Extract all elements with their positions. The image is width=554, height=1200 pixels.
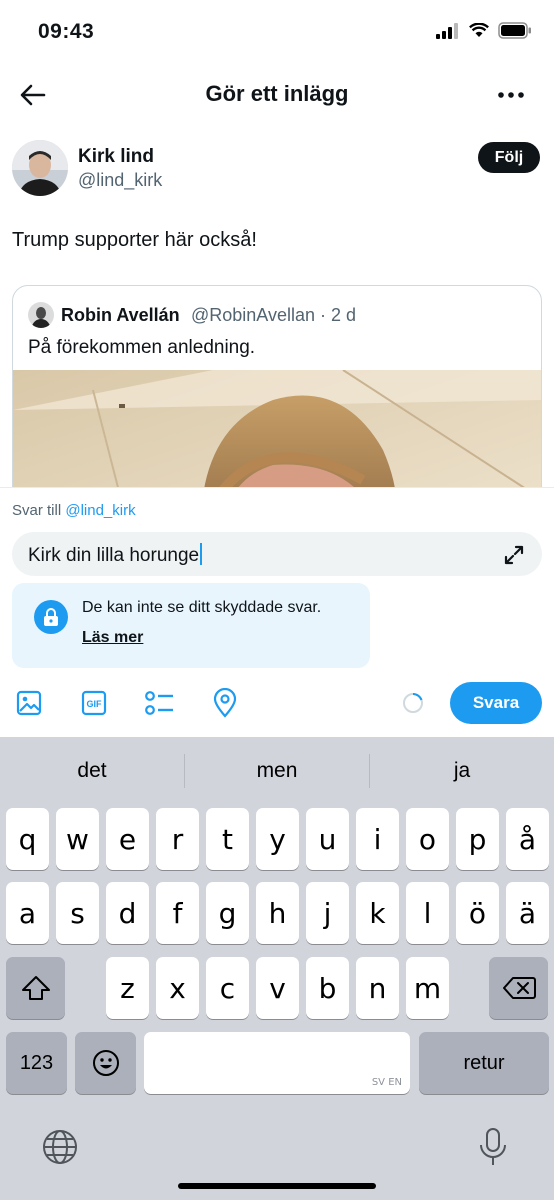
key-w[interactable]: w	[56, 808, 99, 870]
key-oe[interactable]: ö	[456, 882, 499, 944]
key-t[interactable]: t	[206, 808, 249, 870]
keyboard: det men ja q w e r t y u i o p å a s d f…	[0, 737, 554, 1200]
dictation-button[interactable]	[478, 1127, 508, 1167]
key-b[interactable]: b	[306, 957, 349, 1019]
more-options-button[interactable]	[494, 78, 528, 112]
svg-text:GIF: GIF	[87, 699, 103, 709]
key-z[interactable]: z	[106, 957, 149, 1019]
key-k[interactable]: k	[356, 882, 399, 944]
key-n[interactable]: n	[356, 957, 399, 1019]
suggestion-2[interactable]: men	[185, 759, 369, 783]
wifi-icon	[469, 23, 489, 37]
quote-avatar	[28, 302, 54, 328]
reply-to-mention[interactable]: @lind_kirk	[65, 502, 135, 519]
key-j[interactable]: j	[306, 882, 349, 944]
key-ae[interactable]: ä	[506, 882, 549, 944]
globe-icon	[43, 1130, 77, 1164]
reply-input-value: Kirk din lilla horunge	[28, 543, 203, 567]
tweet-text: Trump supporter här också!	[12, 229, 257, 251]
key-c[interactable]: c	[206, 957, 249, 1019]
home-indicator[interactable]	[178, 1183, 376, 1189]
suggestion-1[interactable]: det	[0, 759, 184, 783]
status-bar: 09:43	[0, 0, 554, 62]
suggestion-3[interactable]: ja	[370, 759, 554, 783]
status-icons	[436, 22, 532, 39]
tweet-author: Kirk lind @lind_kirk Följ	[12, 139, 542, 199]
notice-text: De kan inte se ditt skyddade svar.	[82, 599, 322, 616]
key-d[interactable]: d	[106, 882, 149, 944]
text-caret	[200, 543, 203, 565]
key-h[interactable]: h	[256, 882, 299, 944]
follow-button[interactable]: Följ	[478, 142, 540, 173]
protected-reply-notice: De kan inte se ditt skyddade svar. Läs m…	[12, 583, 370, 668]
location-icon	[213, 688, 237, 718]
key-aa[interactable]: å	[506, 808, 549, 870]
author-name[interactable]: Kirk lind	[78, 146, 154, 168]
author-avatar[interactable]	[12, 140, 68, 196]
key-y[interactable]: y	[256, 808, 299, 870]
key-a[interactable]: a	[6, 882, 49, 944]
reply-input[interactable]: Kirk din lilla horunge	[12, 532, 542, 576]
lock-icon	[34, 600, 68, 634]
page-title: Gör ett inlägg	[205, 81, 349, 106]
key-l[interactable]: l	[406, 882, 449, 944]
key-p[interactable]: p	[456, 808, 499, 870]
reply-to-line: Svar till @lind_kirk	[12, 502, 136, 519]
header: Gör ett inlägg	[0, 62, 554, 126]
key-r[interactable]: r	[156, 808, 199, 870]
learn-more-link[interactable]: Läs mer	[82, 629, 143, 647]
key-q[interactable]: q	[6, 808, 49, 870]
add-gif-button[interactable]: GIF	[77, 686, 111, 720]
gif-icon: GIF	[81, 690, 107, 716]
compose-toolbar: GIF Svara	[0, 678, 554, 728]
shift-key[interactable]	[6, 957, 65, 1019]
space-key[interactable]: SV EN	[144, 1032, 410, 1094]
key-s[interactable]: s	[56, 882, 99, 944]
reply-composer: Svar till @lind_kirk Kirk din lilla horu…	[0, 487, 554, 737]
reply-input-text: Kirk din lilla horunge	[28, 545, 200, 566]
key-g[interactable]: g	[206, 882, 249, 944]
return-key[interactable]: retur	[419, 1032, 549, 1094]
add-image-button[interactable]	[12, 686, 46, 720]
key-e[interactable]: e	[106, 808, 149, 870]
quote-author-handle: @RobinAvellan · 2 d	[191, 305, 357, 325]
character-count-ring	[403, 692, 423, 713]
battery-icon	[498, 22, 531, 39]
poll-icon	[145, 691, 173, 715]
key-f[interactable]: f	[156, 882, 199, 944]
backspace-icon	[502, 977, 536, 999]
add-location-button[interactable]	[208, 686, 242, 720]
microphone-icon	[480, 1128, 506, 1165]
expand-button[interactable]	[502, 543, 526, 567]
status-time: 09:43	[38, 20, 95, 43]
key-x[interactable]: x	[156, 957, 199, 1019]
more-icon	[498, 92, 524, 98]
key-v[interactable]: v	[256, 957, 299, 1019]
suggestion-bar: det men ja	[0, 737, 554, 803]
key-m[interactable]: m	[406, 957, 449, 1019]
author-handle[interactable]: @lind_kirk	[78, 170, 162, 191]
key-i[interactable]: i	[356, 808, 399, 870]
reply-submit-button[interactable]: Svara	[450, 682, 542, 724]
key-o[interactable]: o	[406, 808, 449, 870]
quote-text: På förekommen anledning.	[28, 337, 256, 358]
numbers-key[interactable]: 123	[6, 1032, 67, 1094]
image-icon	[16, 690, 42, 716]
keyboard-languages: SV EN	[371, 1077, 402, 1088]
backspace-key[interactable]	[489, 957, 548, 1019]
language-switch-button[interactable]	[42, 1129, 78, 1165]
signal-icon	[436, 22, 458, 39]
shift-icon	[21, 976, 50, 1000]
reply-to-prefix: Svar till	[12, 502, 62, 519]
expand-icon	[504, 545, 524, 565]
emoji-icon	[92, 1050, 119, 1076]
key-u[interactable]: u	[306, 808, 349, 870]
emoji-key[interactable]	[75, 1032, 136, 1094]
add-poll-button[interactable]	[142, 686, 176, 720]
quote-author-name: Robin Avellán	[61, 305, 180, 325]
